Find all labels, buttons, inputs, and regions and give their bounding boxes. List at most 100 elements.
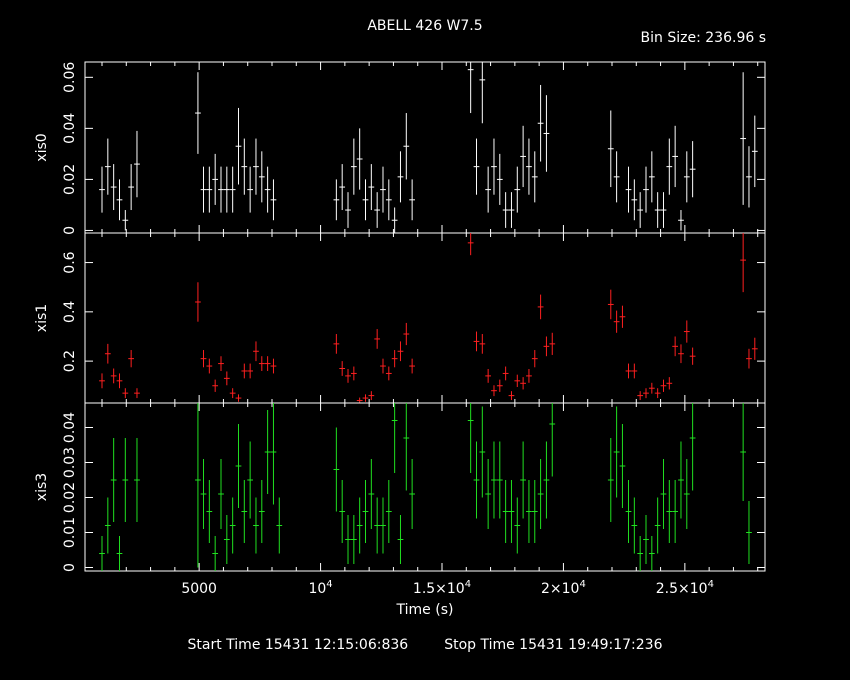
xis0-ytick-label: 0.04	[62, 113, 78, 144]
xis3-data-point	[116, 536, 123, 571]
xis0-data-point	[543, 95, 550, 172]
xis0-data-point	[212, 153, 219, 205]
xis3-data-point	[350, 515, 357, 564]
xis3-data-point	[104, 497, 111, 554]
xis0-data-point	[491, 138, 497, 195]
xis1-data-point	[502, 366, 509, 381]
xis3-data-point	[380, 497, 386, 554]
xis1-ytick-label: 0.6	[62, 251, 78, 273]
xis3-data-point	[270, 403, 277, 505]
xis3-data-point	[502, 480, 509, 543]
xis1-data-point	[253, 341, 259, 362]
xis1-data-point	[666, 377, 673, 390]
xis0-data-point	[526, 138, 532, 195]
xis0-data-point	[362, 179, 369, 221]
xis0-ytick-label: 0	[62, 226, 78, 235]
xis3-data-point	[689, 403, 696, 491]
xis3-ylabel: xis3	[34, 473, 50, 501]
xis0-data-point	[637, 192, 644, 228]
xis3-data-point	[110, 438, 117, 522]
xis0-data-point	[104, 138, 111, 195]
xis0-data-point	[333, 179, 340, 221]
xis1-data-point	[613, 310, 620, 333]
xis0-data-point	[247, 166, 254, 213]
xis1-data-point	[654, 388, 661, 399]
xis0-data-point	[134, 130, 140, 198]
xis3-data-point	[241, 480, 248, 543]
xis1-data-point	[397, 341, 404, 362]
xis0-data-point	[409, 179, 416, 221]
xis0-data-point	[751, 115, 758, 188]
xis0-data-point	[380, 166, 386, 213]
xis3-data-point	[339, 480, 346, 543]
xis0-data-point	[206, 166, 213, 213]
xis0-data-point	[607, 110, 614, 188]
xis0-data-point	[99, 166, 105, 213]
xis3-data-point	[356, 497, 363, 554]
xis1-data-point	[128, 350, 135, 368]
xis1-data-point	[537, 294, 544, 320]
xis1-ytick-label: 0.2	[62, 350, 78, 372]
xis0-data-point	[270, 179, 277, 221]
xis0-data-point	[508, 192, 515, 228]
xis1-data-point	[218, 356, 224, 371]
xis1-data-point	[473, 331, 480, 352]
x-tick-label: 104	[308, 579, 332, 597]
xis3-data-point	[613, 406, 620, 498]
xis3-data-point	[654, 497, 661, 554]
xis1-data-point	[403, 322, 410, 346]
xis3-data-point	[549, 403, 556, 477]
xis1-data-point	[270, 358, 277, 374]
xis0-data-point	[625, 166, 632, 213]
xis1-data-point	[368, 391, 375, 401]
xis1-ylabel: xis1	[34, 304, 50, 332]
xis1-data-point	[134, 388, 140, 399]
stop-time: Stop Time 15431 19:49:17:236	[444, 637, 663, 653]
xis1-data-point	[362, 394, 369, 402]
xis0-data-point	[613, 151, 620, 203]
xis1-data-point	[631, 363, 638, 379]
xis3-ytick-label: 0.04	[62, 412, 78, 443]
xis0-data-point	[116, 179, 123, 221]
xis0-data-point	[502, 192, 509, 228]
xis1-data-point	[643, 388, 649, 399]
xis1-data-point	[619, 305, 626, 328]
xis3-data-point	[496, 441, 503, 519]
xis1-data-point	[350, 366, 357, 381]
xis3-data-point	[631, 497, 638, 554]
xis1-data-point	[345, 369, 351, 383]
xis3-data-point	[526, 480, 532, 543]
xis1-frame	[84, 232, 766, 404]
x-tick-label: 2×104	[541, 579, 586, 597]
xis0-data-point	[537, 84, 544, 162]
xis0-data-point	[223, 166, 230, 213]
xis1-data-point	[485, 369, 492, 383]
xis3-data-point	[253, 497, 259, 554]
xis0-data-point	[339, 164, 346, 211]
xis3-data-point	[637, 536, 644, 571]
xis0-data-point	[258, 151, 265, 203]
xis3-ytick-label: 0.03	[62, 447, 78, 478]
xis3-data-point	[134, 438, 140, 522]
xis1-data-point	[520, 377, 526, 390]
xis3-data-point	[99, 536, 105, 571]
xis0-data-point	[666, 138, 673, 195]
xis3-data-point	[235, 424, 242, 508]
xis0-data-point	[385, 179, 392, 221]
xis1-data-point	[241, 363, 248, 379]
xis0-data-point	[643, 166, 649, 213]
xis3-data-point	[683, 459, 690, 529]
xis1-data-point	[380, 358, 386, 374]
xis0-data-point	[689, 141, 696, 198]
x-axis-label: Time (s)	[396, 602, 454, 618]
xis1-data-point	[264, 356, 271, 371]
xis1-data-point	[508, 391, 515, 401]
xis0-data-point	[648, 151, 655, 203]
xis0-data-point	[374, 192, 381, 228]
xis1-data-point	[689, 347, 696, 365]
xis1-data-point	[229, 388, 236, 399]
xis1-data-point	[648, 382, 655, 394]
xis1-data-point	[223, 371, 230, 386]
xis1-data-point	[467, 233, 474, 256]
xis1-data-point	[678, 344, 684, 364]
